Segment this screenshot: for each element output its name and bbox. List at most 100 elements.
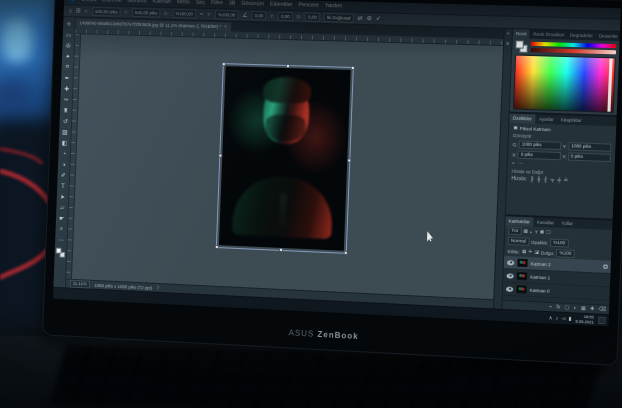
transform-handle-tr[interactable] <box>351 66 355 70</box>
transform-handle-bm[interactable] <box>279 248 283 252</box>
eyedropper-tool[interactable]: ✒ <box>62 73 73 84</box>
foreground-color-swatch[interactable] <box>56 248 62 254</box>
tab-renk[interactable]: Renk <box>513 29 530 39</box>
prop-link-icon[interactable]: ⌁ <box>512 160 515 166</box>
eraser-tool[interactable]: ▨ <box>60 127 71 138</box>
edit-toolbar-icon[interactable]: ⋯ <box>55 235 66 246</box>
prop-h-input[interactable]: 1080 piks <box>568 142 612 152</box>
prop-w-input[interactable]: 1080 piks <box>518 140 560 150</box>
transform-handle-bl[interactable] <box>215 245 219 249</box>
layer-group-icon[interactable]: ▦ <box>581 306 586 312</box>
quick-select-tool[interactable]: ✦ <box>62 51 73 62</box>
type-tool[interactable]: T <box>57 181 68 192</box>
link-dimensions-icon[interactable]: ⌁ <box>200 11 204 18</box>
crop-tool[interactable]: ⌗ <box>62 62 73 73</box>
saturation-slider[interactable] <box>531 48 616 55</box>
layer-name[interactable]: Katman 1 <box>530 274 607 283</box>
prop-y-input[interactable]: 0 piks <box>567 152 611 162</box>
menu-dosya[interactable]: Dosya <box>81 0 96 3</box>
menu-gorunum[interactable]: Görünüm <box>241 1 264 8</box>
menu-yardim[interactable]: Yardım <box>325 3 343 9</box>
visibility-eye-icon[interactable] <box>506 273 513 278</box>
canvas[interactable] <box>72 34 503 299</box>
menu-eklentiler[interactable]: Eklentiler <box>270 2 293 9</box>
notification-center-icon[interactable] <box>598 317 606 325</box>
switch-transform-mode-icon[interactable]: ⇄ <box>358 15 363 22</box>
pen-tool[interactable]: ✐ <box>58 170 69 181</box>
y-input[interactable]: 540,00 piks <box>132 8 160 18</box>
hskew-input[interactable]: 0,00 <box>278 12 293 21</box>
zoom-tool[interactable]: ⌕ <box>56 224 67 235</box>
filter-smart-icon[interactable]: ▢ <box>546 229 551 235</box>
prop-more-icon[interactable]: ··· <box>518 161 523 167</box>
taskbar-clock[interactable]: 16:51 5.05.2021 <box>575 314 594 324</box>
home-icon[interactable]: ⌂ <box>68 8 72 14</box>
panel-fg-swatch[interactable] <box>515 40 524 48</box>
cancel-transform-icon[interactable]: ⊘ <box>367 15 372 22</box>
new-layer-icon[interactable]: ✚ <box>590 306 595 312</box>
menu-katman[interactable]: Katman <box>152 0 171 5</box>
menu-filtre[interactable]: Filtre <box>211 0 223 6</box>
photoshop-logo-icon[interactable]: Ps <box>68 0 76 4</box>
layer-thumbnail[interactable] <box>516 285 527 294</box>
interpolation-select[interactable]: İki Doğrusal <box>324 13 354 23</box>
reference-point-icon[interactable]: ⊞ <box>76 8 81 15</box>
prop-x-input[interactable]: 0 piks <box>518 150 561 160</box>
x-input[interactable]: 540,00 piks <box>92 7 120 17</box>
layer-thumbnail[interactable] <box>517 259 528 268</box>
battery-icon[interactable]: ▮ <box>568 316 571 322</box>
move-tool[interactable]: ✛ <box>64 19 75 30</box>
vskew-input[interactable]: 0,00 <box>305 12 320 21</box>
history-brush-tool[interactable]: ↺ <box>60 116 71 127</box>
layer-mask-icon[interactable]: ▢ <box>564 305 569 311</box>
transform-handle-tm[interactable] <box>286 64 290 68</box>
filter-adjust-icon[interactable]: ◐ <box>530 229 533 234</box>
visibility-eye-icon[interactable] <box>506 286 513 291</box>
menu-pencere[interactable]: Pencere <box>298 2 319 9</box>
layer-name[interactable]: Katman 0 <box>530 287 607 296</box>
menu-duzenle[interactable]: Düzenle <box>102 0 122 4</box>
network-icon[interactable]: ◅ <box>561 315 565 321</box>
clone-stamp-tool[interactable]: ♜ <box>60 105 71 116</box>
align-center-v-icon[interactable]: ╪ <box>557 178 561 184</box>
transform-handle-br[interactable] <box>344 251 348 255</box>
hidden-icons-chevron-icon[interactable]: ∧ <box>549 315 553 321</box>
link-layers-icon[interactable]: ⌁ <box>549 304 552 310</box>
volume-icon[interactable]: ♪ <box>556 315 559 321</box>
status-chevron-icon[interactable]: 〉 <box>157 285 162 291</box>
commit-transform-icon[interactable]: ✓ <box>376 15 381 22</box>
transform-handle-ml[interactable] <box>218 154 222 158</box>
align-bottom-icon[interactable]: ╧ <box>564 178 568 184</box>
adjustment-layer-icon[interactable]: ◐ <box>573 305 576 311</box>
filter-type-icon[interactable]: T <box>535 229 538 234</box>
color-picker-cube[interactable] <box>513 55 616 113</box>
filter-shape-icon[interactable]: ▣ <box>540 229 545 235</box>
blend-mode-select[interactable]: Normal <box>508 237 529 246</box>
align-left-icon[interactable]: ╟ <box>530 176 534 182</box>
opacity-input[interactable]: %100 <box>550 239 568 248</box>
gradient-tool[interactable]: ◧ <box>59 138 70 149</box>
transform-handle-mr[interactable] <box>347 158 351 162</box>
lock-all-icon[interactable]: ◪ <box>534 249 539 255</box>
width-input[interactable]: %100,00 <box>172 9 196 19</box>
collapse-panels-icon[interactable]: « <box>507 31 510 37</box>
angle-input[interactable]: 0,00 <box>251 11 266 20</box>
lasso-tool[interactable]: ✇ <box>63 41 74 52</box>
menu-goruntu[interactable]: Görüntü <box>127 0 146 4</box>
hand-tool[interactable]: ☛ <box>56 213 67 224</box>
transform-handle-tl[interactable] <box>222 62 226 66</box>
visibility-eye-icon[interactable] <box>507 260 514 265</box>
dodge-tool[interactable]: ◑ <box>58 159 69 170</box>
lock-transparent-icon[interactable]: ▦ <box>522 249 527 255</box>
menu-metin[interactable]: Metin <box>177 0 190 5</box>
align-top-icon[interactable]: ╤ <box>550 177 554 183</box>
panel-color-swatches[interactable] <box>515 40 528 53</box>
healing-brush-tool[interactable]: ✚ <box>61 84 72 95</box>
fill-input[interactable]: %100 <box>556 249 575 258</box>
blur-tool[interactable]: ◔ <box>59 149 70 160</box>
layer-filter-select[interactable]: Tür <box>508 227 521 236</box>
brush-tool[interactable]: ✑ <box>61 95 72 106</box>
layer-effects-icon[interactable]: fx <box>556 304 560 310</box>
path-select-tool[interactable]: ➤ <box>57 192 68 203</box>
layer-name[interactable]: Katman 2 <box>531 261 601 269</box>
